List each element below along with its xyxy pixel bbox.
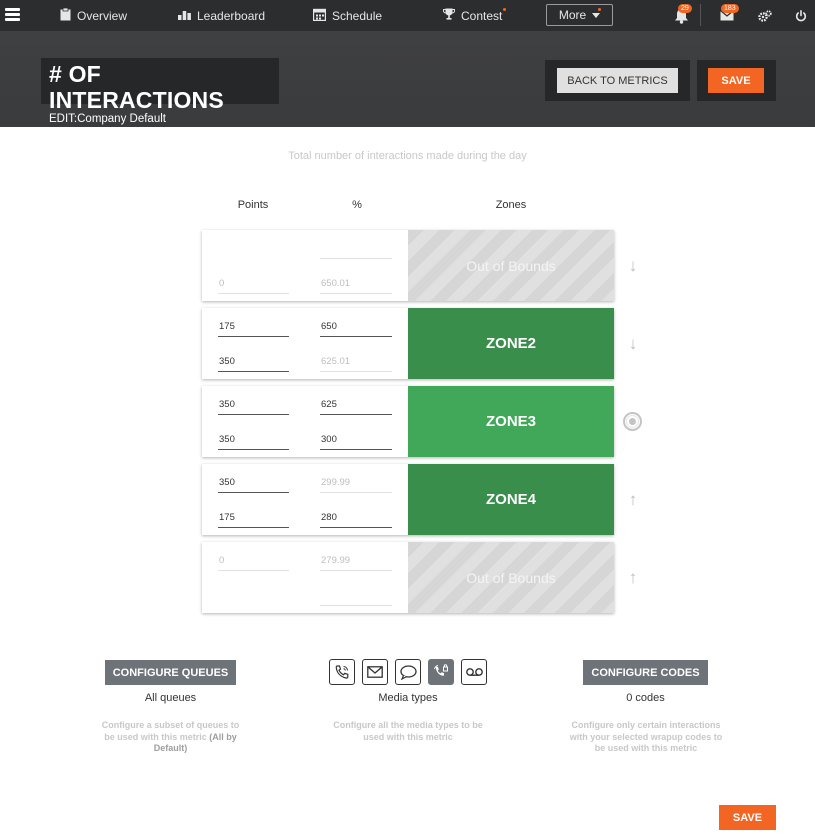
column-header-points: Points	[237, 199, 269, 211]
column-header-zones: Zones	[495, 199, 527, 211]
points-end-input[interactable]: 350	[218, 356, 289, 372]
percent-max-input[interactable]	[320, 243, 392, 259]
percent-min-input[interactable]: 280	[320, 512, 392, 528]
zone-label: ZONE4	[408, 464, 614, 535]
points-max-input[interactable]: 0	[218, 278, 289, 294]
nav-schedule-label: Schedule	[332, 8, 383, 23]
power-icon	[795, 9, 807, 21]
queues-summary: All queues	[144, 692, 197, 704]
configure-queues-button[interactable]: CONFIGURE QUEUES	[105, 660, 236, 685]
nav-overview[interactable]: Overview	[60, 0, 127, 31]
percent-min-input[interactable]: 650.01	[320, 278, 392, 294]
zone-row: 175 350 650 625.01 ZONE2	[202, 308, 614, 379]
nav-contest[interactable]: Contest	[443, 0, 502, 31]
percent-max-input[interactable]: 650	[320, 321, 392, 337]
notifications-badge: 29	[678, 4, 692, 13]
queues-description: Configure a subset of queues to be used …	[98, 720, 243, 755]
voicemail-icon[interactable]	[461, 659, 487, 685]
email-icon[interactable]	[362, 659, 388, 685]
column-header-percent: %	[352, 199, 362, 211]
back-button-box: BACK TO METRICS	[545, 60, 690, 101]
calendar-icon	[312, 8, 327, 24]
chevron-down-icon	[592, 12, 601, 18]
percent-min-input[interactable]: 625.01	[320, 356, 392, 372]
points-start-input[interactable]: 175	[218, 321, 289, 337]
percent-max-input[interactable]: 279.99	[320, 555, 392, 571]
points-end-input[interactable]: 350	[218, 434, 289, 450]
top-nav: Overview Leaderboard Schedule Contest Mo…	[0, 0, 815, 31]
back-to-metrics-button[interactable]: BACK TO METRICS	[557, 68, 678, 93]
page-header: # OF INTERACTIONS EDIT:Company Default B…	[0, 31, 815, 127]
percent-min-input[interactable]	[320, 590, 392, 606]
points-start-input[interactable]: 350	[218, 399, 289, 415]
settings-button[interactable]	[758, 0, 772, 31]
save-button-bottom[interactable]: SAVE	[719, 805, 776, 830]
bar-chart-icon	[178, 9, 191, 23]
nav-leaderboard-label: Leaderboard	[197, 8, 266, 23]
zone-row: 0 279.99 Out of Bounds	[202, 542, 614, 613]
nav-leaderboard[interactable]: Leaderboard	[178, 0, 265, 31]
target-icon[interactable]	[623, 412, 642, 431]
nav-contest-label: Contest	[461, 8, 503, 23]
save-button-top[interactable]: SAVE	[708, 68, 764, 93]
points-start-input[interactable]: 350	[218, 477, 289, 493]
title-box: # OF INTERACTIONS EDIT:Company Default	[41, 58, 279, 125]
zone-label: ZONE3	[408, 386, 614, 457]
codes-description: Configure only certain interactions with…	[569, 720, 723, 753]
codes-summary: 0 codes	[626, 692, 665, 704]
media-types-label: Media types	[378, 692, 438, 704]
zone-row: 350 350 625 300 ZONE3	[202, 386, 614, 457]
gears-icon	[758, 9, 772, 22]
nav-overview-label: Overview	[77, 8, 128, 23]
messages-badge: 183	[721, 4, 739, 13]
media-description: Configure all the media types to be used…	[333, 720, 483, 742]
more-label: More	[558, 8, 587, 22]
clipboard-icon	[60, 7, 71, 24]
divider	[700, 4, 701, 26]
points-min-input[interactable]: 0	[218, 555, 289, 571]
arrow-up-icon[interactable]: ↑	[625, 490, 641, 510]
chat-icon[interactable]	[395, 659, 421, 685]
zone-label: Out of Bounds	[408, 230, 614, 301]
arrow-down-icon[interactable]: ↓	[625, 334, 641, 354]
nav-schedule[interactable]: Schedule	[312, 0, 383, 31]
zone-label: ZONE2	[408, 308, 614, 379]
logout-button[interactable]	[795, 0, 807, 31]
trophy-icon	[443, 8, 455, 23]
configure-codes-button[interactable]: CONFIGURE CODES	[583, 660, 708, 685]
arrow-up-icon[interactable]: ↑	[625, 568, 641, 588]
metric-description: Total number of interactions made during…	[288, 150, 527, 162]
zone-row: 350 175 299.99 280 ZONE4	[202, 464, 614, 535]
phone-icon[interactable]	[329, 659, 355, 685]
more-new-dot	[598, 8, 601, 11]
percent-max-input[interactable]: 299.99	[320, 477, 392, 493]
callback-icon[interactable]	[428, 659, 454, 685]
percent-min-input[interactable]: 300	[320, 434, 392, 450]
page-title: # OF INTERACTIONS	[49, 61, 224, 113]
zone-row: 0 650.01 Out of Bounds	[202, 230, 614, 301]
arrow-down-icon[interactable]: ↓	[625, 256, 641, 276]
save-button-box: SAVE	[697, 60, 776, 101]
menu-icon[interactable]	[5, 8, 20, 21]
contest-new-dot	[503, 8, 506, 11]
percent-max-input[interactable]: 625	[320, 399, 392, 415]
points-end-input[interactable]: 175	[218, 512, 289, 528]
more-dropdown[interactable]: More	[546, 4, 613, 26]
page-subtitle: EDIT:Company Default	[49, 113, 166, 125]
zone-label: Out of Bounds	[408, 542, 614, 613]
